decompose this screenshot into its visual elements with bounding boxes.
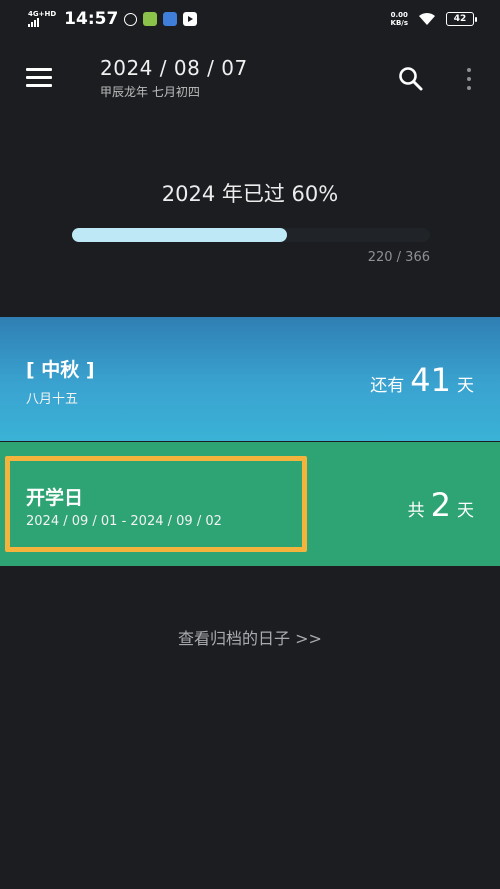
countdown-number: 41 (410, 361, 451, 399)
event-title: [ 中秋 ] (26, 359, 95, 381)
year-progress-title: 2024 年已过 60% (161, 182, 339, 206)
year-progress-count: 220 / 366 (367, 250, 430, 265)
battery-icon: 42 (446, 12, 477, 26)
event-card-mid-autumn[interactable]: [ 中秋 ] 八月十五 还有 41 天 (0, 317, 500, 441)
network-label: 4G+HD (28, 10, 57, 18)
year-progress-fill (72, 228, 287, 242)
wifi-icon (419, 12, 435, 25)
app-notification-icon (143, 12, 158, 26)
vpn-icon (124, 12, 138, 26)
battery-level: 42 (453, 14, 467, 24)
network-indicator: 4G+HD (28, 11, 56, 27)
duration-number: 2 (430, 486, 451, 524)
play-notification-icon (183, 12, 198, 26)
countdown-suffix: 天 (457, 376, 474, 396)
lunar-date: 甲辰龙年 七月初四 (100, 85, 200, 99)
status-left: 4G+HD 14:57 (28, 9, 198, 29)
status-right: 0.00 KB/s 42 (391, 11, 477, 27)
app-notification-icon-2 (163, 12, 178, 26)
network-speed: 0.00 KB/s (391, 11, 408, 27)
hamburger-menu-icon[interactable] (26, 68, 52, 88)
more-vertical-icon[interactable] (462, 66, 476, 92)
status-bar: 4G+HD 14:57 0.00 KB/s 42 (0, 0, 500, 38)
event-countdown: 还有 41 天 (370, 361, 474, 399)
event-title: 开学日 (26, 487, 84, 509)
view-archived-days-link[interactable]: 查看归档的日子 >> (0, 625, 500, 649)
countdown-prefix: 还有 (370, 376, 405, 396)
event-card-school-start[interactable]: 开学日 2024 / 09 / 01 - 2024 / 09 / 02 共 2 … (0, 442, 500, 566)
network-speed-unit: KB/s (390, 19, 408, 27)
duration-prefix: 共 (407, 501, 425, 521)
event-subtitle: 八月十五 (26, 392, 79, 407)
status-time: 14:57 (64, 9, 119, 29)
duration-suffix: 天 (457, 501, 474, 521)
year-progress-bar (72, 228, 430, 242)
event-date-range: 2024 / 09 / 01 - 2024 / 09 / 02 (26, 514, 222, 529)
network-speed-value: 0.00 (390, 11, 408, 19)
search-icon[interactable] (398, 66, 424, 92)
signal-icon (28, 18, 56, 27)
current-date: 2024 / 08 / 07 (100, 56, 248, 80)
event-duration: 共 2 天 (408, 486, 474, 524)
app-bar: 2024 / 08 / 07 甲辰龙年 七月初四 (0, 48, 500, 108)
